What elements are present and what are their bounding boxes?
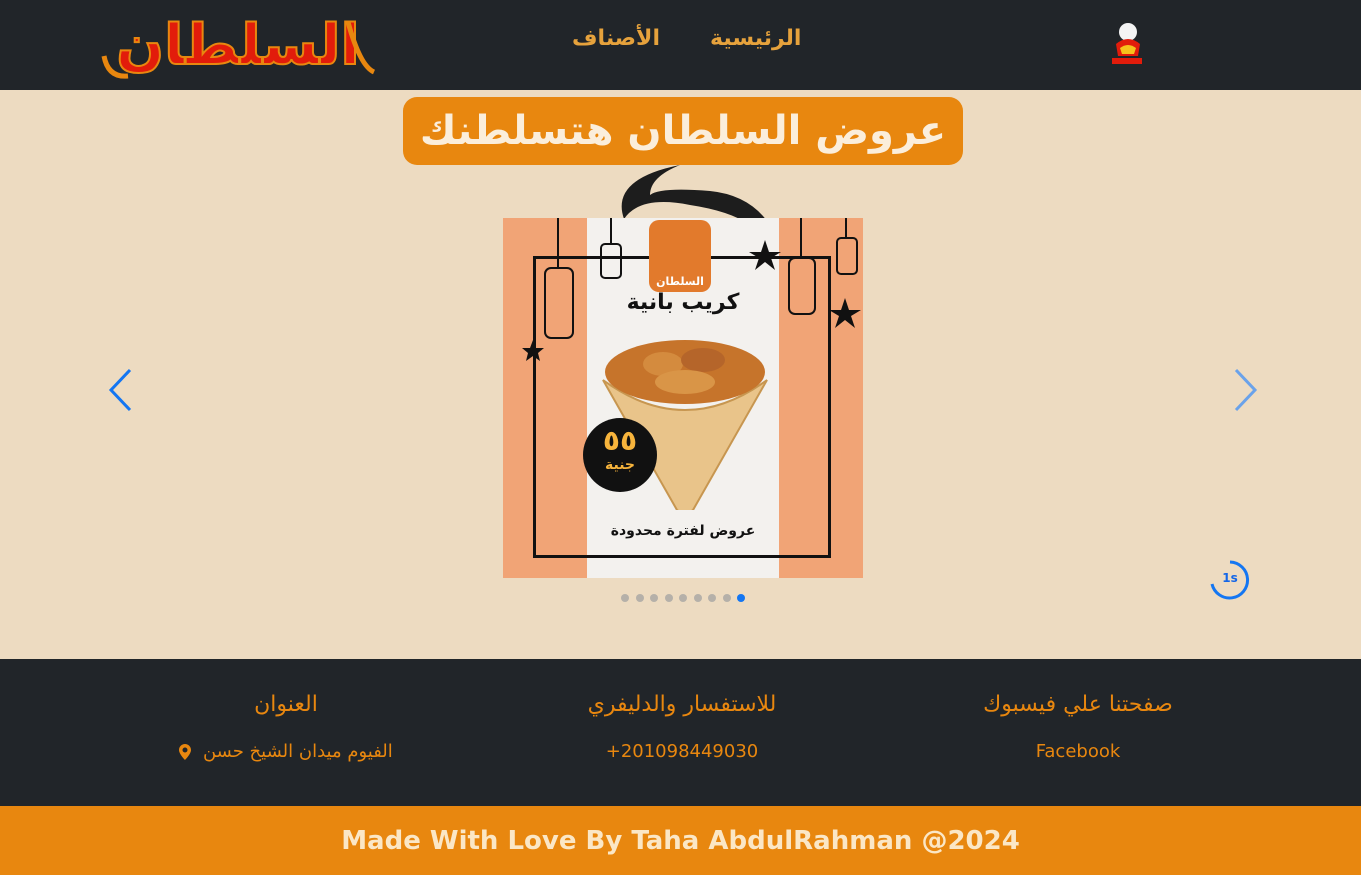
carousel-dot[interactable] xyxy=(664,594,673,602)
hero-title: عروض السلطان هتسلطنك xyxy=(419,108,947,154)
address-text: الفيوم ميدان الشيخ حسن xyxy=(202,741,393,762)
contact-title: للاستفسار والدليفري xyxy=(587,692,777,717)
nav-link-home[interactable]: الرئيسية xyxy=(710,26,801,51)
price-badge: ٥٥ جنية xyxy=(583,418,657,492)
carousel-dot[interactable] xyxy=(679,594,687,602)
carousel-dot[interactable] xyxy=(722,594,731,602)
carousel-dot[interactable] xyxy=(635,594,644,602)
map-pin-icon xyxy=(179,744,192,760)
carousel-dot[interactable] xyxy=(693,594,702,602)
carousel-dot[interactable] xyxy=(737,594,745,602)
copyright-text: Made With Love By Taha AbdulRahman @2024 xyxy=(341,825,1020,856)
footer-facebook-column: صفحتنا علي فيسبوك Facebook xyxy=(878,659,1278,762)
copyright-bar: Made With Love By Taha AbdulRahman @2024 xyxy=(0,806,1361,875)
carousel-next-chevron-icon[interactable] xyxy=(1232,368,1258,412)
carousel-dot[interactable] xyxy=(621,594,629,602)
nav-links: الرئيسية الأصناف xyxy=(572,26,802,62)
address-title: العنوان xyxy=(254,692,318,717)
carousel-slide[interactable]: السلطان كريب بانية ٥٥ جنية عروض لفترة مح… xyxy=(503,218,863,578)
brand-logo[interactable]: السلطان xyxy=(98,6,378,82)
phone-number[interactable]: +201098449030 xyxy=(482,741,882,762)
footer: صفحتنا علي فيسبوك Facebook للاستفسار وال… xyxy=(0,659,1361,806)
poster-logo: السلطان xyxy=(649,220,711,292)
sultan-avatar-icon[interactable] xyxy=(1108,20,1146,66)
facebook-link[interactable]: Facebook xyxy=(878,741,1278,762)
autoplay-label: 1s xyxy=(1222,571,1238,585)
carousel-pagination xyxy=(621,594,745,604)
footer-address-column: العنوان الفيوم ميدان الشيخ حسن xyxy=(86,659,486,762)
price-unit: جنية xyxy=(604,457,635,473)
poster-note: عروض لفترة محدودة xyxy=(610,523,756,539)
turban-deco-icon xyxy=(621,165,770,225)
poster-product-title: كريب بانية xyxy=(626,290,740,315)
carousel-prev-chevron-icon[interactable] xyxy=(108,368,134,412)
brand-logo-text: السلطان xyxy=(116,13,359,78)
footer-contact-column: للاستفسار والدليفري +201098449030 xyxy=(482,659,882,762)
carousel-dot[interactable] xyxy=(650,594,658,602)
carousel-dot[interactable] xyxy=(708,594,716,602)
hero-title-badge: عروض السلطان هتسلطنك xyxy=(403,97,963,165)
price-value: ٥٥ xyxy=(602,424,638,457)
navbar: السلطان الرئيسية الأصناف xyxy=(0,0,1361,90)
address-line: الفيوم ميدان الشيخ حسن xyxy=(86,741,486,762)
poster-logo-text: السلطان xyxy=(656,275,704,288)
facebook-title: صفحتنا علي فيسبوك xyxy=(983,692,1173,717)
nav-link-categories[interactable]: الأصناف xyxy=(572,26,660,51)
autoplay-timer: 1s xyxy=(1210,560,1250,600)
